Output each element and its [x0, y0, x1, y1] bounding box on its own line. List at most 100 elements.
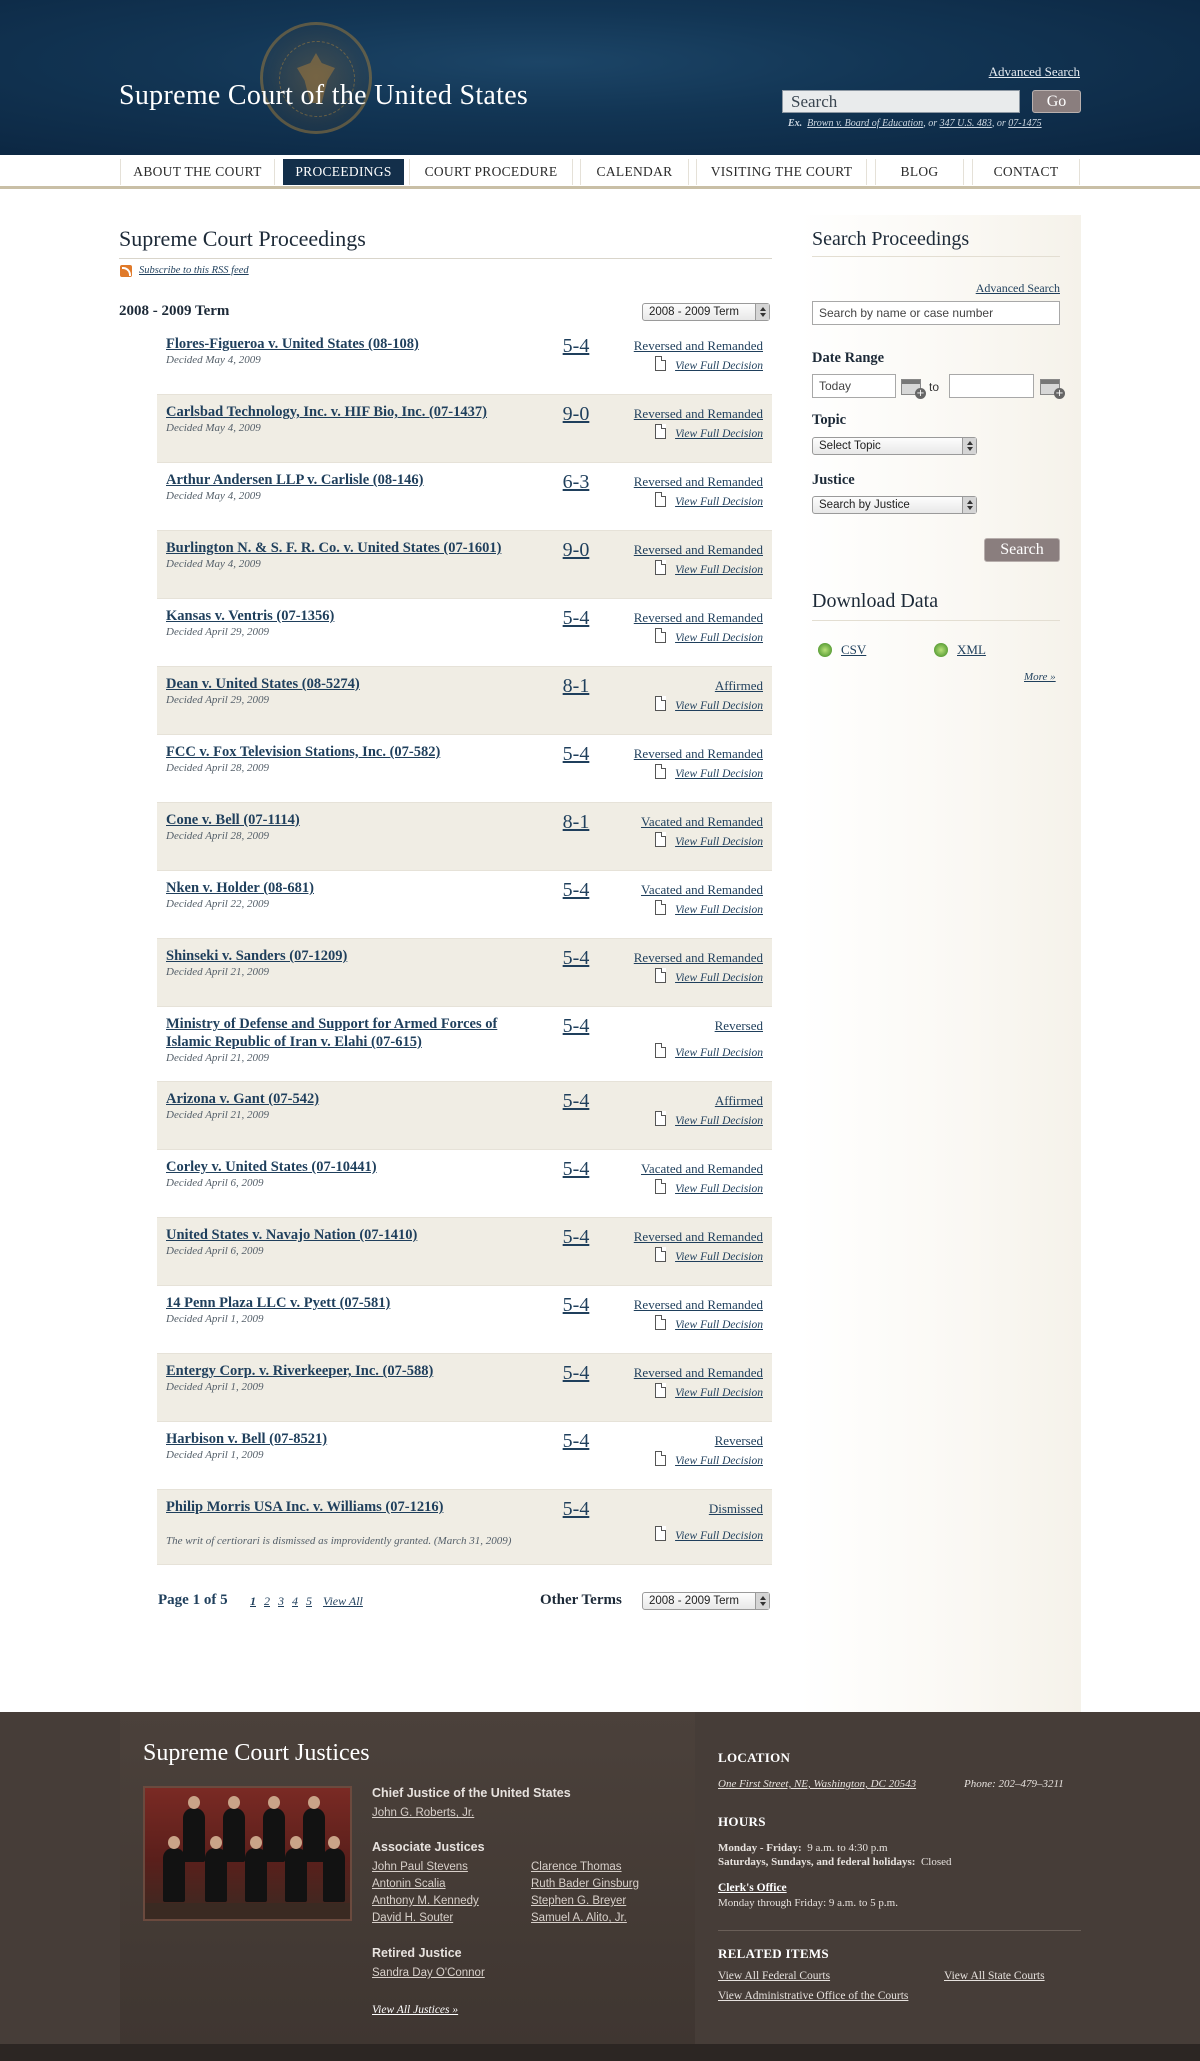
site-title[interactable]: Supreme Court of the United States — [119, 80, 528, 112]
justice-link[interactable]: Sandra Day O'Connor — [372, 1967, 485, 1979]
case-outcome-link[interactable]: Reversed and Remanded — [634, 542, 763, 558]
sidebar-advanced-search-link[interactable]: Advanced Search — [976, 281, 1060, 296]
case-vote-link[interactable]: 5-4 — [555, 1090, 597, 1113]
other-terms-select[interactable]: 2008 - 2009 Term — [642, 1592, 770, 1610]
related-state-courts-link[interactable]: View All State Courts — [944, 1970, 1045, 1982]
case-vote-link[interactable]: 8-1 — [555, 811, 597, 834]
sidebar-search-button[interactable]: Search — [984, 538, 1060, 562]
calendar-icon[interactable] — [901, 379, 926, 399]
justice-link[interactable]: John G. Roberts, Jr. — [372, 1807, 474, 1819]
related-federal-courts-link[interactable]: View All Federal Courts — [718, 1970, 830, 1982]
case-outcome-link[interactable]: Reversed — [715, 1018, 763, 1034]
case-vote-link[interactable]: 5-4 — [555, 335, 597, 358]
go-button[interactable]: Go — [1032, 90, 1081, 113]
nav-about-the-court[interactable]: ABOUT THE COURT — [120, 159, 275, 185]
case-vote-link[interactable]: 5-4 — [555, 947, 597, 970]
topic-select[interactable]: Select Topic — [812, 437, 977, 455]
case-outcome-link[interactable]: Reversed — [715, 1433, 763, 1449]
name-or-case-input[interactable]: Search by name or case number — [812, 301, 1060, 325]
case-name-link[interactable]: Arthur Andersen LLP v. Carlisle (08-146) — [166, 471, 526, 489]
example-link[interactable]: Brown v. Board of Education — [807, 118, 923, 129]
search-input[interactable]: Search — [782, 90, 1020, 113]
advanced-search-link[interactable]: Advanced Search — [989, 64, 1080, 80]
case-outcome-link[interactable]: Vacated and Remanded — [641, 814, 763, 830]
case-outcome-link[interactable]: Reversed and Remanded — [634, 950, 763, 966]
case-name-link[interactable]: Carlsbad Technology, Inc. v. HIF Bio, In… — [166, 403, 526, 421]
case-vote-link[interactable]: 5-4 — [555, 1430, 597, 1453]
case-name-link[interactable]: Philip Morris USA Inc. v. Williams (07-1… — [166, 1498, 526, 1516]
view-all-link[interactable]: View All — [323, 1594, 363, 1609]
clerks-office-link[interactable]: Clerk's Office — [718, 1882, 787, 1894]
nav-calendar[interactable]: CALENDAR — [580, 159, 689, 185]
case-outcome-link[interactable]: Reversed and Remanded — [634, 1365, 763, 1381]
case-outcome-link[interactable]: Reversed and Remanded — [634, 610, 763, 626]
download-icon[interactable] — [818, 643, 832, 657]
case-outcome-link[interactable]: Reversed and Remanded — [634, 1297, 763, 1313]
case-vote-link[interactable]: 5-4 — [555, 1226, 597, 1249]
case-vote-link[interactable]: 9-0 — [555, 403, 597, 426]
page-link-5[interactable]: 5 — [306, 1594, 312, 1609]
case-name-link[interactable]: Kansas v. Ventris (07-1356) — [166, 607, 526, 625]
view-full-decision-link[interactable]: View Full Decision — [675, 564, 763, 576]
case-outcome-link[interactable]: Reversed and Remanded — [634, 406, 763, 422]
case-vote-link[interactable]: 6-3 — [555, 471, 597, 494]
justice-link[interactable]: Samuel A. Alito, Jr. — [531, 1912, 627, 1924]
nav-contact[interactable]: CONTACT — [972, 159, 1080, 185]
case-vote-link[interactable]: 5-4 — [555, 1015, 597, 1038]
justice-link[interactable]: Ruth Bader Ginsburg — [531, 1878, 639, 1890]
case-outcome-link[interactable]: Reversed and Remanded — [634, 338, 763, 354]
case-vote-link[interactable]: 5-4 — [555, 1294, 597, 1317]
case-name-link[interactable]: Cone v. Bell (07-1114) — [166, 811, 526, 829]
case-outcome-link[interactable]: Vacated and Remanded — [641, 1161, 763, 1177]
case-vote-link[interactable]: 5-4 — [555, 879, 597, 902]
case-name-link[interactable]: Harbison v. Bell (07-8521) — [166, 1430, 526, 1448]
view-full-decision-link[interactable]: View Full Decision — [675, 904, 763, 916]
related-admin-office-link[interactable]: View Administrative Office of the Courts — [718, 1990, 908, 2002]
page-link-1[interactable]: 1 — [250, 1594, 256, 1609]
view-full-decision-link[interactable]: View Full Decision — [675, 1183, 763, 1195]
case-name-link[interactable]: Ministry of Defense and Support for Arme… — [166, 1015, 526, 1051]
view-full-decision-link[interactable]: View Full Decision — [675, 1251, 763, 1263]
nav-court-procedure[interactable]: COURT PROCEDURE — [409, 159, 573, 185]
justice-link[interactable]: David H. Souter — [372, 1912, 453, 1924]
justices-photo[interactable] — [143, 1786, 352, 1921]
calendar-icon[interactable] — [1040, 379, 1065, 399]
justice-link[interactable]: Clarence Thomas — [531, 1861, 622, 1873]
case-name-link[interactable]: United States v. Navajo Nation (07-1410) — [166, 1226, 526, 1244]
view-full-decision-link[interactable]: View Full Decision — [675, 1115, 763, 1127]
case-vote-link[interactable]: 8-1 — [555, 675, 597, 698]
rss-subscribe-link[interactable]: Subscribe to this RSS feed — [139, 265, 249, 276]
case-outcome-link[interactable]: Reversed and Remanded — [634, 1229, 763, 1245]
view-full-decision-link[interactable]: View Full Decision — [675, 496, 763, 508]
case-name-link[interactable]: Entergy Corp. v. Riverkeeper, Inc. (07-5… — [166, 1362, 526, 1380]
download-xml-link[interactable]: XML — [957, 642, 986, 658]
view-full-decision-link[interactable]: View Full Decision — [675, 836, 763, 848]
case-outcome-link[interactable]: Dismissed — [709, 1501, 763, 1517]
page-link-3[interactable]: 3 — [278, 1594, 284, 1609]
example-link[interactable]: 07-1475 — [1008, 118, 1041, 129]
case-vote-link[interactable]: 5-4 — [555, 607, 597, 630]
rss-icon[interactable] — [120, 265, 132, 277]
view-full-decision-link[interactable]: View Full Decision — [675, 768, 763, 780]
case-vote-link[interactable]: 5-4 — [555, 1158, 597, 1181]
view-full-decision-link[interactable]: View Full Decision — [675, 1530, 763, 1542]
page-link-2[interactable]: 2 — [264, 1594, 270, 1609]
case-vote-link[interactable]: 5-4 — [555, 743, 597, 766]
date-from-input[interactable]: Today — [812, 374, 896, 398]
justice-link[interactable]: Antonin Scalia — [372, 1878, 446, 1890]
term-select[interactable]: 2008 - 2009 Term — [642, 303, 770, 321]
case-name-link[interactable]: Burlington N. & S. F. R. Co. v. United S… — [166, 539, 526, 557]
view-full-decision-link[interactable]: View Full Decision — [675, 1387, 763, 1399]
view-full-decision-link[interactable]: View Full Decision — [675, 632, 763, 644]
case-name-link[interactable]: Shinseki v. Sanders (07-1209) — [166, 947, 526, 965]
download-csv-link[interactable]: CSV — [841, 642, 866, 658]
nav-blog[interactable]: BLOG — [875, 159, 964, 185]
example-link[interactable]: 347 U.S. 483 — [940, 118, 992, 129]
justice-link[interactable]: Stephen G. Breyer — [531, 1895, 626, 1907]
case-outcome-link[interactable]: Affirmed — [715, 1093, 763, 1109]
address-link[interactable]: One First Street, NE, Washington, DC 205… — [718, 1778, 916, 1790]
case-name-link[interactable]: Corley v. United States (07-10441) — [166, 1158, 526, 1176]
view-full-decision-link[interactable]: View Full Decision — [675, 428, 763, 440]
view-full-decision-link[interactable]: View Full Decision — [675, 1455, 763, 1467]
case-vote-link[interactable]: 5-4 — [555, 1362, 597, 1385]
